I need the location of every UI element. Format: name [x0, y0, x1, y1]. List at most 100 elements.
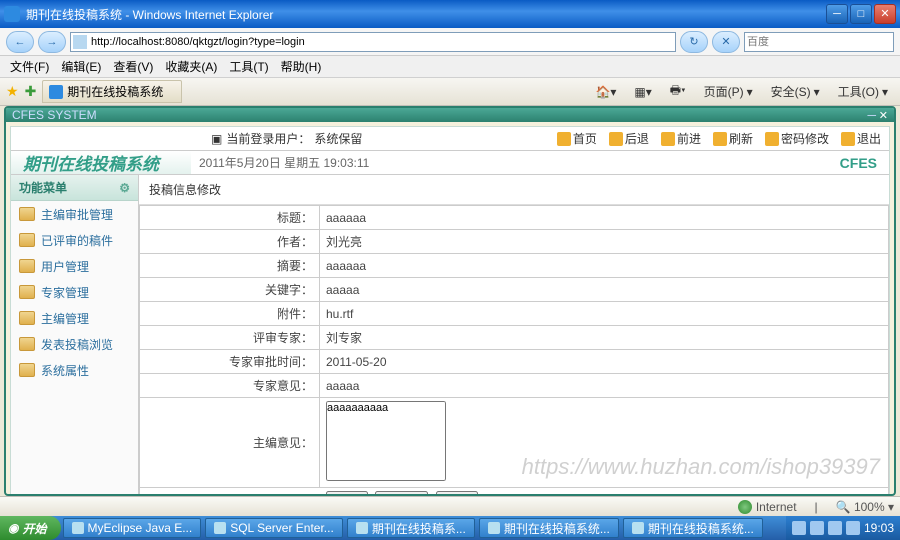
editor-opinion-textarea[interactable] — [326, 401, 446, 481]
nav-home[interactable]: 首页 — [557, 130, 597, 147]
logout-icon — [841, 132, 855, 146]
form-title: 投稿信息修改 — [139, 175, 889, 205]
close-button[interactable]: ✕ — [874, 4, 896, 24]
address-bar[interactable] — [70, 32, 676, 52]
stop-button[interactable]: ✕ — [712, 31, 740, 53]
task-sqlserver[interactable]: SQL Server Enter... — [205, 518, 343, 538]
ie-menubar: 文件(F) 编辑(E) 查看(V) 收藏夹(A) 工具(T) 帮助(H) — [0, 56, 900, 78]
gear-icon[interactable]: ⚙ — [119, 181, 130, 195]
search-input[interactable] — [747, 36, 891, 48]
add-favorite-icon[interactable]: ✚ — [25, 83, 37, 100]
feeds-icon[interactable]: ▦▾ — [628, 83, 657, 101]
search-bar[interactable] — [744, 32, 894, 52]
label-attach: 附件： — [140, 302, 320, 326]
app-window-header: CFES SYSTEM ─ ✕ — [6, 108, 894, 122]
label-abstract: 摘要： — [140, 254, 320, 278]
value-author: 刘光亮 — [320, 230, 889, 254]
tray-icon[interactable] — [792, 521, 806, 535]
print-icon[interactable]: 🖶▾ — [664, 79, 692, 104]
value-reviewer: 刘专家 — [320, 326, 889, 350]
task-myeclipse[interactable]: MyEclipse Java E... — [63, 518, 202, 538]
label-author: 作者： — [140, 230, 320, 254]
app-close-icon[interactable]: ✕ — [879, 109, 888, 122]
sidebar-header: 功能菜单 ⚙ — [11, 175, 138, 201]
forward-icon — [661, 132, 675, 146]
browser-tab[interactable]: 期刊在线投稿系统 — [42, 80, 182, 103]
minimize-button[interactable]: ─ — [826, 4, 848, 24]
menu-file[interactable]: 文件(F) — [4, 58, 55, 75]
app-header-text: CFES SYSTEM — [12, 108, 97, 122]
tray-icon[interactable] — [846, 521, 860, 535]
zoom-level[interactable]: 🔍 100% ▾ — [836, 500, 894, 514]
clock[interactable]: 19:03 — [864, 521, 894, 535]
sidebar-item-sysprops[interactable]: 系统属性 — [11, 357, 138, 383]
home-icon[interactable]: 🏠▾ — [589, 83, 622, 101]
ie-favicon — [4, 6, 20, 22]
current-user-label: 当前登录用户： — [226, 130, 310, 147]
value-keywords: aaaaa — [320, 278, 889, 302]
folder-icon — [19, 363, 35, 377]
tray-icon[interactable] — [810, 521, 824, 535]
folder-icon — [19, 285, 35, 299]
value-abstract: aaaaaa — [320, 254, 889, 278]
nav-password[interactable]: 密码修改 — [765, 130, 829, 147]
menu-help[interactable]: 帮助(H) — [275, 58, 328, 75]
sidebar-item-editors[interactable]: 主编管理 — [11, 305, 138, 331]
tray-icon[interactable] — [828, 521, 842, 535]
sidebar-item-reviewed[interactable]: 已评审的稿件 — [11, 227, 138, 253]
folder-icon — [19, 259, 35, 273]
task-ie3[interactable]: 期刊在线投稿系统... — [623, 518, 763, 538]
key-icon — [765, 132, 779, 146]
sidebar-item-users[interactable]: 用户管理 — [11, 253, 138, 279]
window-titlebar: 期刊在线投稿系统 - Windows Internet Explorer ─ □… — [0, 0, 900, 28]
menu-favorites[interactable]: 收藏夹(A) — [159, 58, 223, 75]
label-reviewer-opinion: 专家意见： — [140, 374, 320, 398]
home-icon — [557, 132, 571, 146]
label-keywords: 关键字： — [140, 278, 320, 302]
menu-edit[interactable]: 编辑(E) — [55, 58, 107, 75]
tab-favicon — [49, 85, 63, 99]
start-button[interactable]: ◉ 开始 — [0, 516, 61, 540]
ie-navbar: ← → ↻ ✕ — [0, 28, 900, 56]
label-editor-opinion: 主编意见： — [140, 398, 320, 488]
menu-tools[interactable]: 工具(T) — [223, 58, 274, 75]
form-table: 标题：aaaaaa 作者：刘光亮 摘要：aaaaaa 关键字：aaaaa 附件：… — [139, 205, 889, 496]
ie-statusbar: Internet | 🔍 100% ▾ — [0, 496, 900, 516]
nav-back[interactable]: 后退 — [609, 130, 649, 147]
ie-safety-menu[interactable]: 安全(S)▾ — [765, 81, 826, 102]
task-ie1[interactable]: 期刊在线投稿系... — [347, 518, 475, 538]
sidebar-item-editor-approval[interactable]: 主编审批管理 — [11, 201, 138, 227]
value-attach[interactable]: hu.rtf — [320, 302, 889, 326]
forward-button[interactable]: → — [38, 31, 66, 53]
ie-tools-menu[interactable]: 工具(O)▾ — [832, 81, 894, 102]
task-ie2[interactable]: 期刊在线投稿系统... — [479, 518, 619, 538]
label-title: 标题： — [140, 206, 320, 230]
value-reviewer-opinion: aaaaa — [320, 374, 889, 398]
url-input[interactable] — [91, 36, 673, 48]
label-reviewer: 评审专家： — [140, 326, 320, 350]
window-title: 期刊在线投稿系统 - Windows Internet Explorer — [26, 6, 826, 23]
refresh-button[interactable]: ↻ — [680, 31, 708, 53]
ie-page-menu[interactable]: 页面(P)▾ — [698, 81, 759, 102]
folder-icon — [19, 207, 35, 221]
nav-refresh[interactable]: 刷新 — [713, 130, 753, 147]
ie-favbar: ★ ✚ 期刊在线投稿系统 🏠▾ ▦▾ 🖶▾ 页面(P)▾ 安全(S)▾ 工具(O… — [0, 78, 900, 106]
main-panel: 投稿信息修改 标题：aaaaaa 作者：刘光亮 摘要：aaaaaa 关键字：aa… — [139, 175, 889, 496]
refresh-icon — [713, 132, 727, 146]
system-logo: 期刊在线投稿系统 — [11, 151, 191, 174]
back-button[interactable]: ← — [6, 31, 34, 53]
maximize-button[interactable]: □ — [850, 4, 872, 24]
app-min-icon[interactable]: ─ — [867, 108, 876, 122]
nav-forward[interactable]: 前进 — [661, 130, 701, 147]
sidebar-item-published[interactable]: 发表投稿浏览 — [11, 331, 138, 357]
nav-logout[interactable]: 退出 — [841, 130, 881, 147]
favorites-icon[interactable]: ★ — [6, 83, 19, 100]
sidebar-item-experts[interactable]: 专家管理 — [11, 279, 138, 305]
value-review-time: 2011-05-20 — [320, 350, 889, 374]
system-tray[interactable]: 19:03 — [786, 516, 900, 540]
folder-icon — [19, 337, 35, 351]
app-topbar: ▣ 当前登录用户：系统保留 首页 后退 前进 刷新 密码修改 退出 — [11, 127, 889, 151]
menu-view[interactable]: 查看(V) — [107, 58, 159, 75]
windows-taskbar: ◉ 开始 MyEclipse Java E... SQL Server Ente… — [0, 516, 900, 540]
tab-title: 期刊在线投稿系统 — [67, 83, 163, 100]
